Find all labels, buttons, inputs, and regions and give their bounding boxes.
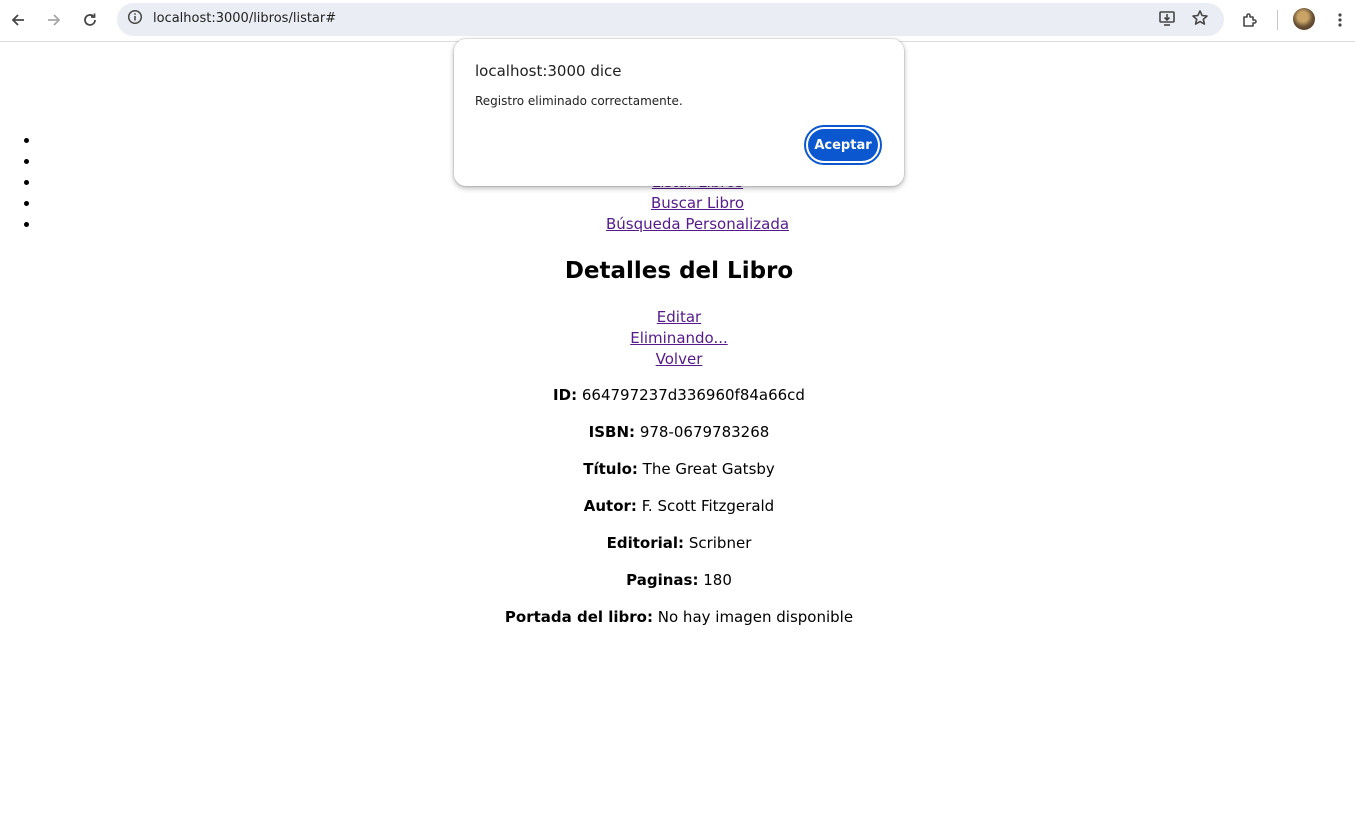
field-label: Título: [583,460,638,478]
field-value: The Great Gatsby [642,460,775,478]
field-value: 664797237d336960f84a66cd [581,386,805,404]
field-value: Scribner [688,534,752,552]
avatar[interactable] [1293,8,1315,30]
field-value: 978-0679783268 [639,423,770,441]
page-title: Detalles del Libro [564,258,794,284]
browser-toolbar: localhost:3000/libros/listar# [0,0,1355,42]
address-bar[interactable]: localhost:3000/libros/listar# [117,3,1224,36]
field-label: ISBN: [588,423,636,441]
reload-button[interactable] [77,7,103,33]
dialog-title: localhost:3000 dice [475,62,622,80]
delete-link[interactable]: Eliminando... [0,328,1355,349]
field-editorial: Editorial: Scribner [0,533,1355,554]
url-text[interactable]: localhost:3000/libros/listar# [153,11,336,26]
star-icon [1191,9,1209,31]
field-id: ID: 664797237d336960f84a66cd [0,385,1355,406]
field-value: No hay imagen disponible [657,608,854,626]
nav-item[interactable]: Búsqueda Personalizada [40,214,1355,235]
site-info-button[interactable] [123,7,147,31]
edit-link[interactable]: Editar [0,307,1355,328]
field-value: 180 [703,571,732,589]
field-portada: Portada del libro: No hay imagen disponi… [0,607,1355,628]
field-isbn: ISBN: 978-0679783268 [0,422,1355,443]
detail-actions: Editar Eliminando... Volver [0,307,1355,370]
nav-link-busqueda-personalizada[interactable]: Búsqueda Personalizada [606,215,789,233]
field-autor: Autor: F. Scott Fitzgerald [0,496,1355,517]
kebab-menu-icon [1332,12,1348,28]
back-link[interactable]: Volver [0,349,1355,370]
bookmark-button[interactable] [1188,8,1212,32]
nav-link-buscar-libro[interactable]: Buscar Libro [651,194,744,212]
puzzle-icon [1241,11,1259,29]
field-label: Portada del libro: [504,608,653,626]
info-icon [127,9,143,29]
alert-dialog: localhost:3000 dice Registro eliminado c… [454,39,904,186]
arrow-left-icon [10,12,26,28]
field-value: F. Scott Fitzgerald [641,497,775,515]
browser-menu-button[interactable] [1327,7,1353,33]
back-button[interactable] [5,7,31,33]
forward-button[interactable] [41,7,67,33]
reload-icon [82,12,98,28]
toolbar-separator [1277,10,1278,30]
field-label: Editorial: [606,534,685,552]
field-label: Autor: [583,497,637,515]
field-paginas: Paginas: 180 [0,570,1355,591]
accept-button[interactable]: Aceptar [804,125,882,165]
arrow-right-icon [46,12,62,28]
field-label: Paginas: [626,571,699,589]
field-label: ID: [553,386,578,404]
field-titulo: Título: The Great Gatsby [0,459,1355,480]
install-app-button[interactable] [1155,8,1179,32]
accept-button-label: Aceptar [808,129,878,161]
nav-item[interactable]: Buscar Libro [40,193,1355,214]
dialog-message: Registro eliminado correctamente. [475,94,683,108]
extensions-button[interactable] [1237,7,1263,33]
install-app-icon [1158,9,1176,31]
